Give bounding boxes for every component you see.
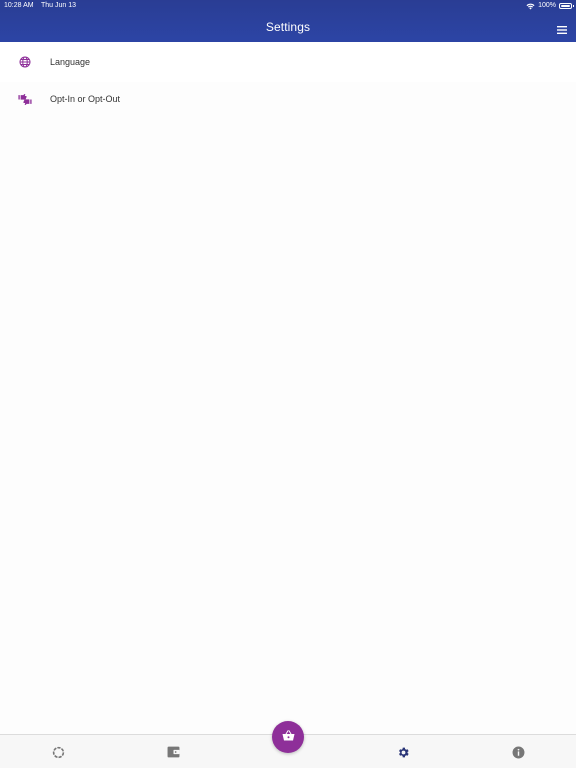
app-header: 10:28 AM Thu Jun 13 100% Settings: [0, 0, 576, 44]
settings-item-label: Language: [50, 57, 91, 67]
gear-icon[interactable]: [396, 745, 410, 759]
wallet-icon[interactable]: [166, 745, 180, 759]
wifi-icon: [526, 3, 535, 9]
settings-item-opt-in-out[interactable]: Opt-In or Opt-Out: [0, 79, 576, 119]
info-icon[interactable]: [511, 745, 525, 759]
hamburger-menu-icon[interactable]: [557, 22, 567, 34]
settings-item-language[interactable]: Language: [0, 42, 576, 82]
status-time: 10:28 AM: [4, 2, 34, 9]
thumbs-up-down-icon: [18, 92, 32, 106]
page-title: Settings: [265, 20, 311, 34]
globe-icon: [18, 55, 32, 69]
settings-item-label: Opt-In or Opt-Out: [50, 94, 121, 104]
battery-percent: 100%: [538, 2, 556, 9]
basket-icon: [282, 728, 295, 746]
status-date: Thu Jun 13: [41, 2, 77, 9]
basket-button[interactable]: [272, 721, 304, 753]
settings-list: Language Opt-In or Opt-Out: [0, 42, 576, 734]
status-bar: 10:28 AM Thu Jun 13 100%: [0, 0, 576, 12]
circle-progress-icon[interactable]: [51, 745, 65, 759]
status-indicators: 100%: [526, 0, 574, 12]
battery-icon: [559, 3, 574, 9]
